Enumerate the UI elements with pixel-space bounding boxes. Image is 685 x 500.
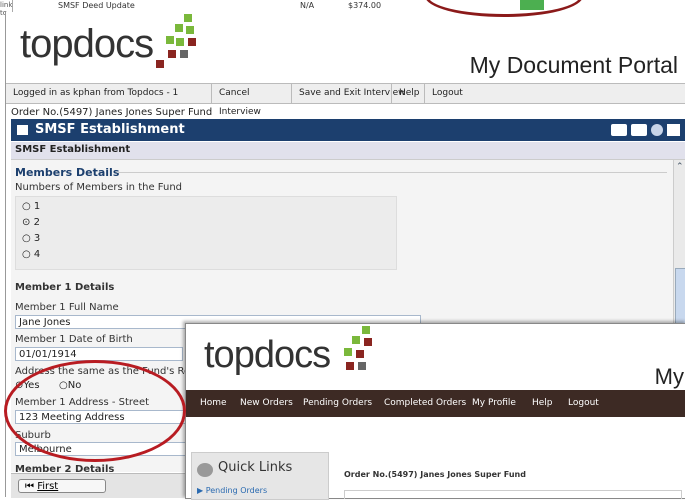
section-header-title: SMSF Establishment [35, 122, 185, 137]
gears-icon [197, 463, 213, 477]
text-size-icon[interactable] [611, 124, 627, 136]
nav-new-orders[interactable]: New Orders [240, 398, 293, 408]
interview-toolbar: Logged in as kphan from Topdocs - 1 Canc… [6, 83, 685, 117]
nav-pending-orders[interactable]: Pending Orders [303, 398, 372, 408]
member1-name-label: Member 1 Full Name [15, 302, 119, 313]
document-icon [17, 125, 28, 135]
members-option-label: 4 [33, 249, 41, 260]
ql-pending-orders-label: Pending Orders [205, 486, 268, 495]
front-content-box [344, 490, 682, 499]
bg-row-text: SMSF Deed Update [58, 1, 135, 10]
bg-row-na: N/A [300, 1, 315, 10]
members-option-label: 2 [33, 217, 40, 228]
front-portal-window: topdocs My Home New Orders Pending Order… [185, 323, 685, 500]
front-logo-squares-icon [344, 326, 372, 370]
section-header-bar: SMSF Establishment [11, 119, 685, 141]
front-topdocs-logo: topdocs [204, 334, 331, 376]
front-portal-title: My [654, 364, 684, 389]
sub-header: SMSF Establishment [11, 142, 685, 160]
member1-dob-input[interactable]: 01/01/1914 [15, 347, 183, 361]
logout-button[interactable]: Logout [424, 84, 470, 103]
help-circle-icon[interactable] [651, 124, 663, 136]
front-nav-bar: Home New Orders Pending Orders Completed… [186, 390, 685, 417]
quick-links-title: Quick Links [218, 460, 293, 475]
address-highlight-circle [4, 360, 186, 462]
members-question: Numbers of Members in the Fund [15, 182, 183, 193]
view-options-icon[interactable] [631, 124, 647, 136]
members-option-2[interactable]: ⊙ 2 [22, 217, 40, 228]
section-divider [117, 172, 667, 173]
logo-squares-icon [156, 14, 196, 68]
order-number: Order No.(5497) Janes Jones Super Fund [11, 107, 213, 118]
nav-my-profile[interactable]: My Profile [472, 398, 516, 408]
portal-title: My Document Portal [469, 52, 678, 78]
nav-logout[interactable]: Logout [568, 398, 599, 408]
bg-row-amount: $374.00 [348, 1, 382, 10]
first-label: First [37, 481, 59, 492]
front-order-number: Order No.(5497) Janes Jones Super Fund [344, 470, 526, 479]
members-option-1[interactable]: ○ 1 [22, 201, 40, 212]
quick-links-panel: Quick Links ▶ Pending Orders [191, 452, 329, 500]
nav-help[interactable]: Help [532, 398, 553, 408]
members-option-4[interactable]: ○ 4 [22, 249, 40, 260]
first-page-button[interactable]: ⏮ First [18, 479, 106, 493]
members-section-title: Members Details [15, 166, 120, 179]
members-radio-group: ○ 1 ⊙ 2 ○ 3 ○ 4 [15, 196, 397, 270]
nav-home[interactable]: Home [200, 398, 227, 408]
scroll-up-icon[interactable]: ⌃ [676, 162, 684, 172]
help-button[interactable]: Help [391, 84, 427, 103]
logged-in-text: Logged in as kphan from Topdocs - 1 [13, 88, 179, 98]
member1-title: Member 1 Details [15, 282, 115, 293]
sub-header-text: SMSF Establishment [15, 144, 131, 155]
members-option-label: 3 [33, 233, 41, 244]
ql-pending-orders-link[interactable]: ▶ Pending Orders [197, 486, 267, 495]
members-option-label: 1 [33, 201, 41, 212]
nav-completed-orders[interactable]: Completed Orders [384, 398, 466, 408]
print-icon[interactable] [667, 124, 680, 136]
cancel-interview-button[interactable]: Cancel Interview [211, 84, 298, 117]
member2-title: Member 2 Details [15, 464, 115, 472]
topdocs-logo: topdocs [20, 22, 154, 66]
member1-dob-label: Member 1 Date of Birth [15, 334, 133, 345]
members-option-3[interactable]: ○ 3 [22, 233, 40, 244]
